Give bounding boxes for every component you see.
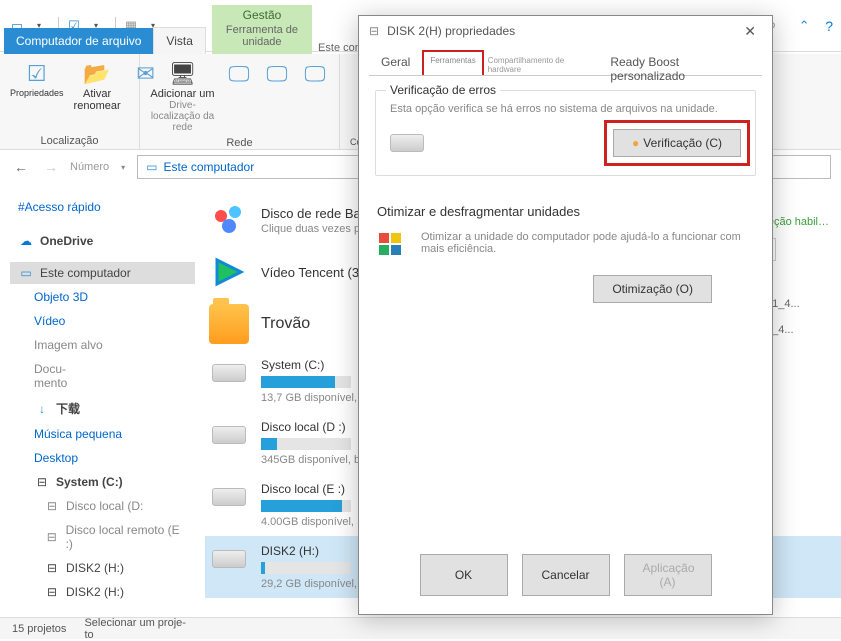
ribbon-rename[interactable]: 📂 Ativar renomear	[74, 60, 121, 112]
sidebar-music[interactable]: Música pequena	[10, 423, 195, 445]
drive-icon: ⊟	[44, 530, 60, 544]
tencent-icon	[209, 252, 249, 292]
usage-bar	[261, 500, 351, 512]
sidebar-downloads[interactable]: ↓下载	[10, 396, 195, 421]
drive-icon	[209, 420, 249, 450]
tab-view[interactable]: Vista	[153, 27, 205, 54]
dialog-footer: OK Cancelar Aplicação (A)	[359, 540, 772, 614]
cloud-icon: ☁	[18, 234, 34, 248]
monitor-icon: 🖵	[261, 60, 293, 88]
tab-readyboost[interactable]: Ready Boost personalizado	[598, 50, 762, 75]
sidebar-docs[interactable]: Docu- mento	[10, 358, 195, 394]
ribbon-group-location: Localização	[10, 131, 129, 147]
sidebar-remote-e[interactable]: ⊟Disco local remoto (E :)	[10, 519, 195, 555]
forward-button[interactable]: →	[40, 155, 62, 179]
history-label[interactable]: Número	[70, 161, 109, 173]
drive-icon: ⊟	[44, 561, 60, 575]
tab-tools[interactable]: Ferramentas	[422, 50, 483, 75]
ribbon-net3[interactable]: 🖵	[301, 60, 329, 88]
folder-open-icon: 📂	[81, 60, 113, 88]
properties-dialog: ⊟ DISK 2(H) propriedades ✕ Geral Ferrame…	[358, 15, 773, 615]
usage-bar	[261, 376, 351, 388]
drive-icon	[209, 482, 249, 512]
monitor-icon: ▭	[18, 266, 34, 280]
drive-icon	[390, 134, 424, 152]
drive-icon: ⊟	[34, 475, 50, 489]
drive-name: Disco local (E :)	[261, 482, 354, 496]
drive-free: 29,2 GB disponível,	[261, 578, 357, 590]
cancel-button[interactable]: Cancelar	[522, 554, 610, 596]
status-count: 15 projetos	[12, 623, 66, 635]
group-desc: Esta opção verifica se há erros no siste…	[390, 103, 741, 115]
ribbon-properties[interactable]: ☑ Propriedades	[10, 60, 64, 98]
sidebar-images[interactable]: Imagem alvo	[10, 334, 195, 356]
drive-free: 13,7 GB disponível,	[261, 392, 357, 404]
ok-button[interactable]: OK	[420, 554, 508, 596]
drive-name: DISK2 (H:)	[261, 544, 357, 558]
monitor-icon: ▭	[146, 160, 157, 174]
download-icon: ↓	[34, 402, 50, 416]
sidebar-video[interactable]: Vídeo	[10, 310, 195, 332]
sidebar-system-c[interactable]: ⊟System (C:)	[10, 471, 195, 493]
up-button[interactable]: ▾	[117, 159, 129, 176]
usage-bar	[261, 562, 351, 574]
sidebar-onedrive[interactable]: ☁OneDrive	[10, 230, 195, 252]
checklist-icon: ☑	[21, 60, 53, 88]
dialog-titlebar[interactable]: ⊟ DISK 2(H) propriedades ✕	[359, 16, 772, 46]
group-legend: Otimizar e desfragmentar unidades	[377, 204, 742, 219]
status-bar: 15 projetos Selecionar um proje- to	[0, 617, 841, 639]
group-desc: Otimizar a unidade do computador pode aj…	[421, 231, 742, 255]
ribbon-add[interactable]: 🖥 Adicionar um Drive-localização da rede	[150, 60, 215, 133]
shield-icon: ●	[632, 136, 639, 150]
drive-icon: ⊟	[44, 499, 60, 513]
folder-icon	[209, 304, 249, 344]
dialog-title: DISK 2(H) propriedades	[387, 24, 515, 38]
sidebar-3d[interactable]: Objeto 3D	[10, 286, 195, 308]
defrag-group: Otimizar e desfragmentar unidades Otimiz…	[375, 192, 756, 321]
sidebar-local-d[interactable]: ⊟Disco local (D:	[10, 495, 195, 517]
monitor-icon: 🖵	[299, 60, 331, 88]
sidebar-this-pc[interactable]: ▭Este computador	[10, 262, 195, 284]
close-button[interactable]: ✕	[738, 21, 762, 42]
drive-name: System (C:)	[261, 358, 357, 372]
ribbon-net1[interactable]: 🖵	[225, 60, 253, 88]
tab-manage-label: Gestão	[226, 8, 298, 22]
server-icon: 🖥	[167, 60, 199, 88]
drive-icon	[209, 544, 249, 574]
drive-icon: ⊟	[44, 585, 60, 599]
sidebar: #Acesso rápido ☁OneDrive ▭Este computado…	[0, 186, 195, 617]
group-legend: Verificação de erros	[386, 83, 500, 97]
status-selection: Selecionar um proje- to	[84, 617, 186, 641]
sidebar-disk2-b[interactable]: ⊟DISK2 (H:)	[10, 581, 195, 603]
optimize-button[interactable]: Otimização (O)	[593, 275, 712, 303]
check-button[interactable]: ●Verificação (C)	[613, 129, 741, 157]
tab-hardware[interactable]: Compartilhamento de hardware	[484, 50, 599, 75]
tab-manage[interactable]: Gestão Ferramenta de unidade	[212, 5, 312, 54]
monitor-icon: 🖵	[223, 60, 255, 88]
baidu-icon	[209, 200, 249, 240]
drive-icon	[209, 358, 249, 388]
tab-general[interactable]: Geral	[369, 50, 422, 75]
drive-free: 4.00GB disponível,	[261, 516, 354, 528]
back-button[interactable]: ←	[10, 155, 32, 179]
tab-file[interactable]: Computador de arquivo	[4, 28, 153, 54]
drive-icon: ⊟	[369, 24, 379, 38]
error-check-group: Verificação de erros Esta opção verifica…	[375, 90, 756, 176]
ribbon-group-network: Rede	[150, 133, 329, 149]
sidebar-desktop[interactable]: Desktop	[10, 447, 195, 469]
usage-bar	[261, 438, 351, 450]
apply-button[interactable]: Aplicação (A)	[624, 554, 712, 596]
sidebar-quick-access[interactable]: #Acesso rápido	[10, 196, 195, 218]
defrag-icon	[377, 231, 407, 264]
ribbon-net2[interactable]: 🖵	[263, 60, 291, 88]
dialog-tabs: Geral Ferramentas Compartilhamento de ha…	[369, 50, 762, 76]
sidebar-disk2-a[interactable]: ⊟DISK2 (H:)	[10, 557, 195, 579]
tab-manage-sub: Ferramenta de unidade	[226, 24, 298, 48]
